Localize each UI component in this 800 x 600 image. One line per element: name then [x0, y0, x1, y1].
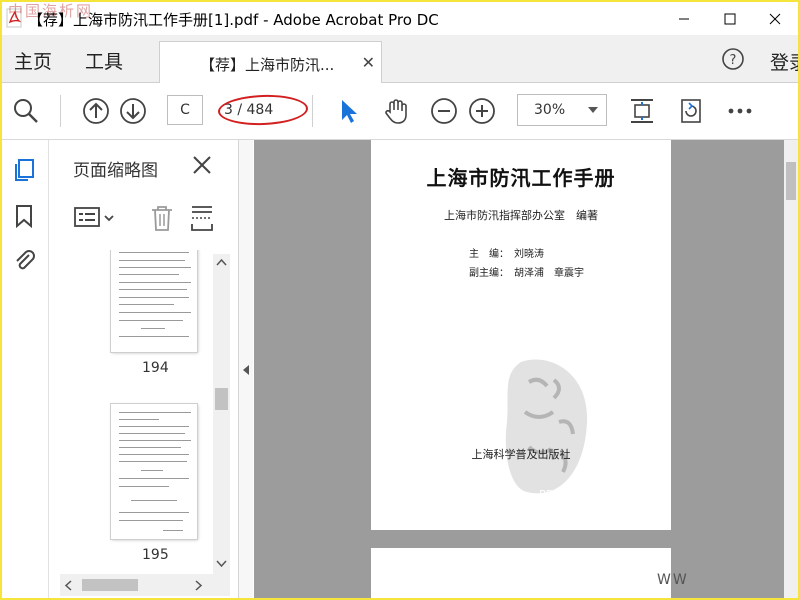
navigation-rail	[2, 140, 49, 598]
publisher-name: 上海科学普及出版社	[471, 448, 571, 461]
rotate-view-icon[interactable]	[677, 97, 705, 125]
attachment-icon[interactable]	[12, 248, 36, 272]
zoom-value: 30%	[534, 102, 566, 118]
tools-menu[interactable]: 工具	[85, 47, 123, 74]
document-tab-label: 【荐】上海市防汛...	[200, 56, 335, 74]
select-cursor-icon[interactable]	[334, 97, 362, 125]
maximize-button[interactable]	[707, 2, 753, 35]
login-link[interactable]: 登录	[770, 48, 798, 75]
scroll-right-icon[interactable]	[195, 580, 203, 591]
red-annotation-ellipse	[217, 93, 309, 127]
collapse-panel-handle[interactable]	[239, 140, 253, 598]
help-icon[interactable]: ?	[722, 48, 744, 70]
hand-tool-icon[interactable]	[382, 97, 410, 125]
document-subtitle: 上海市防汛指挥部办公室 编著	[444, 209, 598, 222]
editor-line: 主 编： 刘晓涛	[469, 249, 544, 260]
watermark-text: WW	[657, 572, 689, 588]
close-icon	[769, 13, 781, 24]
thumbnail-page[interactable]	[111, 250, 197, 352]
toolbar-divider	[60, 95, 61, 127]
home-menu[interactable]: 主页	[14, 47, 52, 74]
thumbnails-panel: 页面缩略图 194 195	[49, 140, 239, 598]
close-window-button[interactable]	[752, 2, 798, 35]
menu-tab-bar: 主页 工具 【荐】上海市防汛... ✕ ? 登录	[2, 35, 798, 84]
more-options-icon[interactable]	[726, 97, 754, 125]
zoom-in-icon[interactable]	[468, 97, 496, 125]
seal-stamp-image: PDG	[505, 359, 588, 501]
chevron-down-icon	[588, 107, 598, 113]
scrollbar-thumb[interactable]	[215, 388, 228, 410]
zoom-out-icon[interactable]	[430, 97, 458, 125]
window-title: 【荐】上海市防汛工作手册[1].pdf - Adobe Acrobat Pro …	[28, 11, 439, 29]
minimize-button[interactable]	[661, 2, 707, 35]
thumbnail-scrollbar[interactable]	[213, 254, 230, 574]
zoom-select[interactable]: 30%	[517, 94, 607, 126]
scrollbar-thumb[interactable]	[786, 162, 796, 200]
close-icon[interactable]	[191, 154, 213, 176]
thumbnail-page[interactable]	[111, 404, 197, 539]
pdf-page[interactable]	[371, 548, 671, 598]
search-icon[interactable]	[12, 97, 40, 125]
fit-page-icon[interactable]	[628, 97, 656, 125]
deputy-editor-line: 副主编： 胡泽浦 章震宇	[469, 268, 584, 279]
app-window: 中国海析网 【荐】上海市防汛工作手册[1].pdf - Adobe Acroba…	[2, 2, 798, 598]
panel-title: 页面缩略图	[73, 161, 158, 181]
scroll-down-icon[interactable]	[216, 560, 227, 568]
delete-page-icon[interactable]	[149, 204, 175, 232]
document-scrollbar[interactable]	[784, 140, 798, 598]
maximize-icon	[724, 13, 736, 24]
close-tab-icon[interactable]: ✕	[362, 53, 375, 72]
previous-page-icon[interactable]	[82, 97, 110, 125]
insert-page-icon[interactable]	[189, 204, 215, 232]
svg-text:?: ?	[730, 53, 737, 68]
thumbnail-horizontal-scrollbar[interactable]	[60, 574, 230, 596]
page-number-input[interactable]: C	[167, 95, 203, 125]
next-page-icon[interactable]	[119, 97, 147, 125]
collapse-arrow-icon	[243, 365, 249, 375]
minimize-icon	[679, 18, 689, 19]
scroll-left-icon[interactable]	[64, 580, 72, 591]
scrollbar-thumb[interactable]	[82, 579, 138, 591]
page-thumbnails-icon[interactable]	[12, 158, 36, 182]
pdf-page[interactable]: 上海市防汛工作手册 上海市防汛指挥部办公室 编著 主 编： 刘晓涛 副主编： 胡…	[371, 140, 671, 530]
scroll-up-icon[interactable]	[216, 258, 227, 266]
document-view[interactable]: 上海市防汛工作手册 上海市防汛指挥部办公室 编著 主 编： 刘晓涛 副主编： 胡…	[254, 140, 798, 598]
document-tab[interactable]: 【荐】上海市防汛... ✕	[159, 41, 382, 84]
bookmark-icon[interactable]	[12, 204, 36, 228]
toolbar-divider	[312, 95, 313, 127]
title-bar: 中国海析网 【荐】上海市防汛工作手册[1].pdf - Adobe Acroba…	[2, 2, 798, 35]
thumbnail-page-number: 194	[142, 360, 169, 376]
stamp-text: PDG	[539, 488, 563, 501]
thumbnail-options-icon[interactable]	[73, 204, 117, 232]
toolbar: C 3 / 484 30%	[2, 83, 798, 140]
document-title: 上海市防汛工作手册	[426, 166, 616, 190]
thumbnail-list: 194 195	[71, 250, 219, 570]
thumbnail-page-number: 195	[142, 547, 169, 563]
